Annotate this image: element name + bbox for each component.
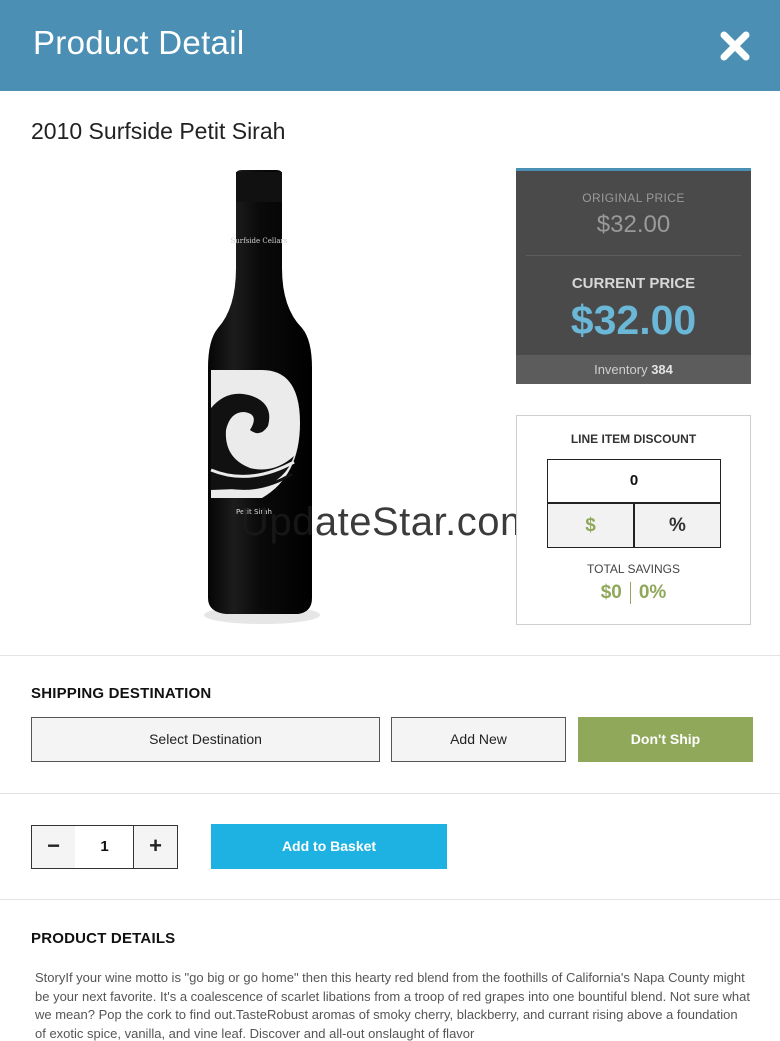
product-details-title: PRODUCT DETAILS — [31, 930, 176, 947]
inventory-bar: Inventory 384 — [516, 355, 751, 384]
original-price-label: ORIGINAL PRICE — [582, 191, 685, 205]
total-savings-label: TOTAL SAVINGS — [587, 562, 680, 576]
savings-amount: $0 — [600, 582, 622, 604]
divider — [0, 655, 780, 656]
dont-ship-button[interactable]: Don't Ship — [578, 717, 753, 762]
page-title: Product Detail — [33, 24, 245, 61]
discount-label: LINE ITEM DISCOUNT — [570, 432, 697, 446]
shipping-section-title: SHIPPING DESTINATION — [31, 685, 212, 702]
quantity-decrease-button[interactable]: − — [31, 825, 76, 869]
original-price: $32.00 — [596, 211, 671, 238]
discount-percent-button[interactable]: % — [634, 503, 721, 548]
total-savings-values: $0 0% — [517, 582, 750, 604]
header-bar: Product Detail — [0, 0, 780, 91]
add-new-destination-button[interactable]: Add New — [391, 717, 566, 762]
product-title: 2010 Surfside Petit Sirah — [31, 118, 286, 144]
quantity-increase-button[interactable]: + — [133, 825, 178, 869]
select-destination-button[interactable]: Select Destination — [31, 717, 380, 762]
price-divider — [526, 255, 741, 256]
current-price-label: CURRENT PRICE — [571, 275, 696, 292]
quantity-input[interactable]: 1 — [75, 825, 134, 869]
savings-separator — [629, 582, 631, 604]
add-to-basket-button[interactable]: Add to Basket — [211, 824, 447, 869]
line-item-discount-panel: LINE ITEM DISCOUNT 0 $ % TOTAL SAVINGS $… — [516, 415, 751, 625]
watermark-text: UpdateStar.com — [240, 500, 534, 544]
bottle-label-brand: Surfside Cellars — [230, 237, 287, 245]
savings-percent: 0% — [638, 582, 667, 604]
divider — [0, 899, 780, 900]
close-button[interactable] — [716, 27, 754, 65]
product-image: Surfside Cellars Petit Sirah — [190, 168, 340, 628]
inventory-label: Inventory — [594, 362, 648, 377]
close-icon — [720, 31, 750, 61]
divider — [0, 793, 780, 794]
price-panel: ORIGINAL PRICE $32.00 CURRENT PRICE $32.… — [516, 168, 751, 384]
discount-input[interactable]: 0 — [547, 459, 721, 503]
product-description: StoryIf your wine motto is "go big or go… — [35, 970, 750, 1041]
inventory-count: 384 — [651, 362, 673, 377]
discount-dollar-button[interactable]: $ — [547, 503, 634, 548]
current-price: $32.00 — [570, 297, 697, 343]
